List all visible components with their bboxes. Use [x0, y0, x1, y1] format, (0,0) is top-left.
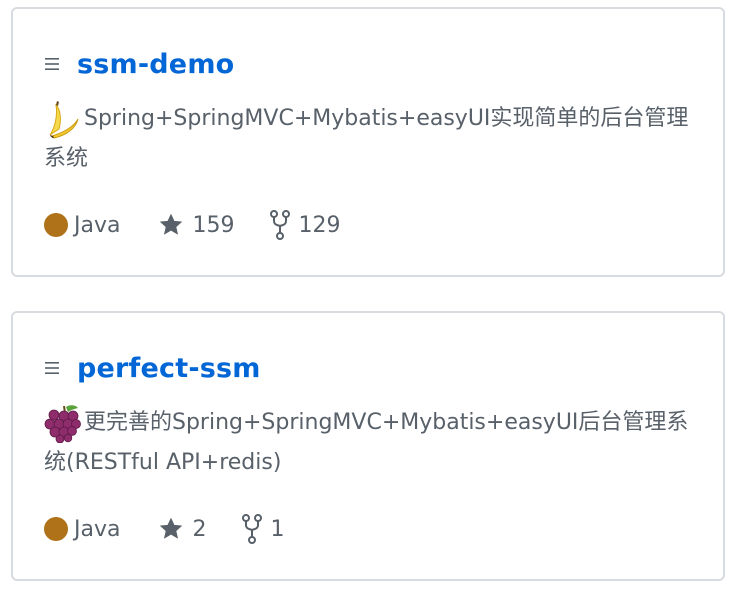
stars-link[interactable]: 2 — [158, 516, 206, 542]
star-icon — [160, 517, 183, 539]
repo-name-link[interactable]: ssm-demo — [77, 49, 234, 80]
language-color-dot — [44, 213, 68, 237]
list-icon — [45, 58, 59, 70]
fork-icon — [270, 210, 291, 240]
repo-description: 更完善的Spring+SpringMVC+Mybatis+easyUI后台管理系… — [44, 403, 704, 483]
forks-count: 1 — [270, 516, 285, 542]
forks-link[interactable]: 129 — [270, 210, 340, 240]
stars-link[interactable]: 159 — [158, 212, 234, 238]
fork-icon — [242, 514, 263, 544]
repo-meta: Java 2 1 — [44, 511, 284, 547]
list-icon — [45, 362, 59, 374]
banana-icon — [49, 101, 79, 139]
repo-card: ssm-demo Spring+SpringMVC+Mybatis+easyUI… — [11, 7, 725, 277]
repo-description-text: 更完善的Spring+SpringMVC+Mybatis+easyUI后台管理系… — [44, 410, 689, 475]
language-color-dot — [44, 517, 68, 541]
stars-count: 159 — [192, 212, 235, 238]
repo-meta: Java 159 129 — [44, 207, 340, 243]
language-label: Java — [74, 212, 121, 238]
repo-title-row: ssm-demo — [44, 46, 234, 82]
repo-title-row: perfect-ssm — [44, 350, 261, 386]
forks-count: 129 — [298, 212, 341, 238]
repo-description-text: Spring+SpringMVC+Mybatis+easyUI实现简单的后台管理… — [44, 106, 689, 171]
repo-card: perfect-ssm 更完善的Spring+SpringMVC+Mybatis… — [11, 311, 725, 581]
forks-link[interactable]: 1 — [242, 514, 284, 544]
star-icon — [160, 213, 183, 235]
grapes-icon — [44, 405, 81, 443]
repo-description: Spring+SpringMVC+Mybatis+easyUI实现简单的后台管理… — [44, 99, 704, 179]
stars-count: 2 — [192, 516, 207, 542]
repo-name-link[interactable]: perfect-ssm — [77, 353, 261, 384]
language-label: Java — [74, 516, 121, 542]
